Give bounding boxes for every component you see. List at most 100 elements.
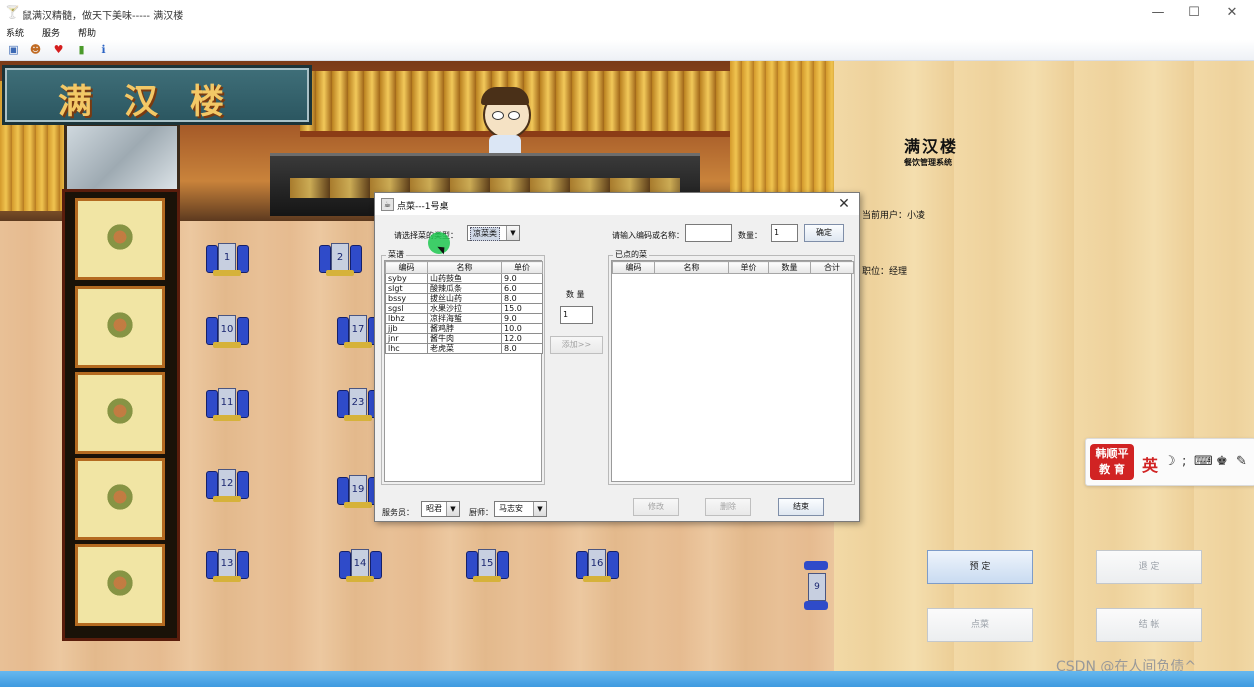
add-quantity-input[interactable]: 1	[560, 306, 593, 324]
ordered-col-name[interactable]: 名称	[654, 261, 729, 274]
waiter-select[interactable]: 昭君 ▼	[421, 501, 460, 517]
position-label: 职位：经理	[862, 267, 908, 277]
ime-badge[interactable]: 韩顺平 教 育	[1090, 444, 1134, 480]
cook-label: 厨师：	[469, 508, 493, 517]
dialog-title: 点菜---1号桌	[397, 202, 449, 212]
table-row[interactable]: bssy 拔丝山药 8.0	[385, 293, 543, 304]
taskbar	[0, 671, 1254, 687]
punctuation-icon[interactable]: ;	[1182, 454, 1186, 469]
minimize-button[interactable]: —	[1138, 4, 1178, 22]
heart-icon[interactable]: ♥	[52, 43, 65, 56]
category-value: 凉菜类	[470, 227, 500, 241]
ordered-table: 编码 名称 单价 数量 合计	[612, 261, 854, 274]
search-label: 请输入编码或名称：	[612, 231, 684, 240]
info-icon[interactable]: ℹ	[97, 43, 110, 56]
settings-icon[interactable]: ✎	[1236, 454, 1247, 469]
confirm-button[interactable]: 确定	[804, 224, 844, 242]
dialog-close-button[interactable]: ✕	[835, 195, 853, 213]
search-input[interactable]	[685, 224, 732, 242]
dialog-titlebar: ☕ 点菜---1号桌 ✕	[375, 193, 859, 215]
chevron-down-icon: ▼	[506, 226, 519, 240]
mouse-cursor-icon	[428, 232, 450, 254]
carpet-runner	[62, 189, 180, 641]
keyboard-icon[interactable]: ⌨	[1194, 454, 1213, 469]
window-titlebar: 🍸 鼠满汉精髓，做天下美味----- 满汉楼 — ☐ ✕	[0, 0, 1254, 26]
reserve-button[interactable]: 预 定	[927, 550, 1033, 584]
curtain-right	[730, 61, 834, 211]
moon-icon[interactable]: ☽	[1164, 454, 1176, 469]
sign-text: 满汉楼	[58, 82, 256, 122]
ordered-list-area	[611, 260, 852, 482]
table-1[interactable]: 1	[205, 239, 253, 277]
table-row[interactable]: syby 山药鼓鱼 9.0	[385, 273, 543, 284]
table-row[interactable]: jjb 酱鸡脖 10.0	[385, 323, 543, 334]
skin-icon[interactable]: ♚	[1216, 454, 1228, 469]
menu-col-price[interactable]: 单价	[501, 261, 543, 274]
table-row[interactable]: lhc 老虎菜 8.0	[385, 343, 543, 354]
ime-toolbar: 韩顺平 教 育 英 ☽ ; ⌨ ♚ ✎	[1085, 438, 1254, 486]
table-16[interactable]: 16	[575, 545, 623, 583]
table-14[interactable]: 14	[338, 545, 386, 583]
shop-window	[64, 123, 180, 197]
checkout-button[interactable]: 结 帐	[1096, 608, 1202, 642]
window-title: 鼠满汉精髓，做天下美味----- 满汉楼	[22, 11, 184, 22]
ime-badge-line1: 韩顺平	[1095, 447, 1129, 460]
menu-bar: 系统 服务 帮助	[0, 26, 1254, 40]
ordered-col-total[interactable]: 合计	[810, 261, 854, 274]
book-icon[interactable]: ▮	[75, 43, 88, 56]
table-11[interactable]: 11	[205, 384, 253, 422]
table-10[interactable]: 10	[205, 311, 253, 349]
ime-lang[interactable]: 英	[1142, 452, 1158, 476]
order-button[interactable]: 点菜	[927, 608, 1033, 642]
category-select[interactable]: 凉菜类 ▼	[467, 225, 520, 241]
add-button[interactable]: 添加>>	[550, 336, 603, 354]
current-user-label: 当前用户：小凌	[862, 211, 926, 221]
menu-group-title: 菜谱	[386, 249, 406, 260]
quantity-input[interactable]: 1	[771, 224, 798, 242]
menu-system[interactable]: 系统	[6, 26, 24, 39]
ime-badge-line2: 教 育	[1099, 463, 1125, 476]
table-row[interactable]: sgsl 水果沙拉 15.0	[385, 303, 543, 314]
waiter-label: 服务员：	[382, 508, 414, 517]
right-panel: 满汉楼 餐饮管理系统 当前用户：小凌 职位：经理 预 定 退 定 点菜 结 帐	[834, 61, 1254, 671]
menu-help[interactable]: 帮助	[78, 26, 96, 39]
middle-qty-label: 数 量	[566, 290, 585, 299]
table-2[interactable]: 2	[318, 239, 366, 277]
table-row[interactable]: slgt 酸辣瓜条 6.0	[385, 283, 543, 294]
delete-button[interactable]: 删除	[705, 498, 751, 516]
logo-title: 满汉楼	[904, 137, 959, 156]
toolbar: ▣ ☻ ♥ ▮ ℹ	[0, 40, 1254, 61]
modify-button[interactable]: 修改	[633, 498, 679, 516]
table-9[interactable]: 9	[804, 561, 830, 611]
app-icon: 🍸	[5, 5, 20, 19]
waiter-value: 昭君	[426, 504, 442, 513]
table-15[interactable]: 15	[465, 545, 513, 583]
maximize-button[interactable]: ☐	[1174, 4, 1214, 22]
table-12[interactable]: 12	[205, 465, 253, 503]
ordered-group-title: 已点的菜	[613, 249, 649, 260]
menu-service[interactable]: 服务	[42, 26, 60, 39]
ordered-col-price[interactable]: 单价	[728, 261, 769, 274]
picture-icon[interactable]: ▣	[7, 43, 20, 56]
chevron-down-icon: ▼	[446, 502, 459, 516]
cook-select[interactable]: 马志安 ▼	[494, 501, 547, 517]
quantity-label: 数量：	[738, 231, 762, 240]
table-row[interactable]: jnr 酱牛肉 12.0	[385, 333, 543, 344]
finish-button[interactable]: 结束	[778, 498, 824, 516]
ordered-col-code[interactable]: 编码	[612, 261, 655, 274]
unreserve-button[interactable]: 退 定	[1096, 550, 1202, 584]
close-button[interactable]: ✕	[1212, 4, 1252, 22]
chef-figure	[475, 87, 535, 153]
logo-subtitle: 餐饮管理系统	[904, 157, 952, 167]
menu-col-code[interactable]: 编码	[385, 261, 428, 274]
restaurant-sign: 满汉楼	[2, 65, 312, 125]
users-icon[interactable]: ☻	[29, 43, 42, 56]
cook-value: 马志安	[499, 504, 523, 513]
table-row[interactable]: lbhz 凉拌海蜇 9.0	[385, 313, 543, 324]
chevron-down-icon: ▼	[533, 502, 546, 516]
menu-col-name[interactable]: 名称	[427, 261, 502, 274]
table-13[interactable]: 13	[205, 545, 253, 583]
menu-table: 编码 名称 单价 syby 山药鼓鱼 9.0 slgt 酸辣瓜条 6.0 bssy 拔丝山…	[385, 261, 543, 354]
java-icon: ☕	[381, 198, 394, 211]
ordered-col-qty[interactable]: 数量	[768, 261, 811, 274]
